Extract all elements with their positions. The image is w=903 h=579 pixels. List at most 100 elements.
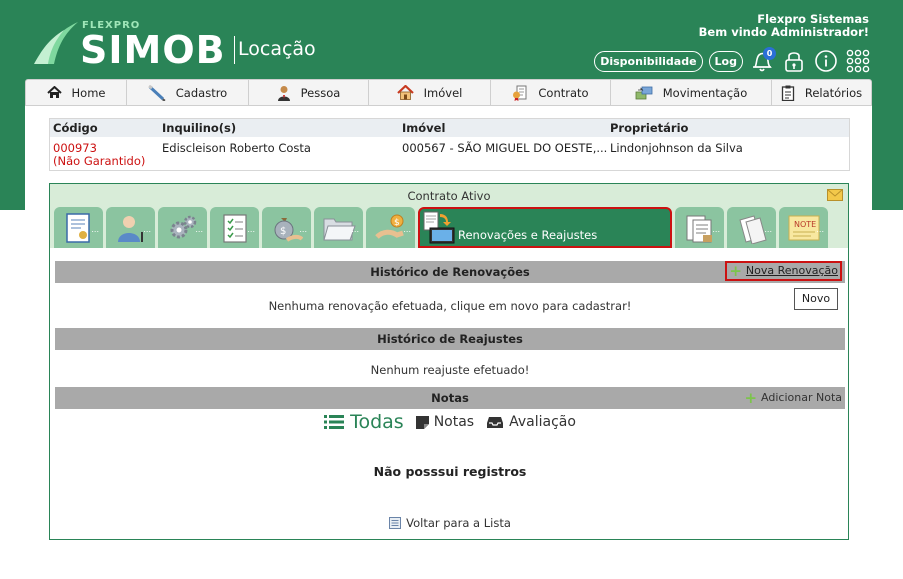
- nav-imovel[interactable]: Imóvel: [369, 80, 491, 105]
- nav-cadastro-label: Cadastro: [175, 85, 228, 100]
- tab-note-dots: ...: [816, 225, 824, 234]
- log-button[interactable]: Log: [708, 50, 743, 72]
- summary-header-row: Código Inquilino(s) Imóvel Proprietário: [50, 119, 849, 137]
- tab-folder[interactable]: ...: [314, 207, 363, 248]
- notas-title: Notas: [431, 391, 469, 405]
- renewal-computer-icon: [423, 211, 455, 243]
- tab-finance-dots: ...: [299, 225, 307, 234]
- filter-todas[interactable]: Todas: [324, 411, 404, 433]
- renovacoes-empty-message: Nenhuma renovação efetuada, clique em no…: [268, 299, 632, 313]
- tab-folder-dots: ...: [351, 225, 359, 234]
- tab-person-dots: ...: [143, 225, 151, 234]
- main-nav: Home Cadastro Pessoa Imóvel Contrato Mov…: [25, 79, 872, 106]
- filter-todas-label: Todas: [350, 411, 404, 433]
- tab-settings[interactable]: ...: [158, 207, 207, 248]
- disponibilidade-button[interactable]: Disponibilidade: [594, 50, 703, 72]
- nav-imovel-label: Imóvel: [423, 85, 463, 100]
- tab-checklist[interactable]: ...: [210, 207, 259, 248]
- nav-relatorios-label: Relatórios: [804, 85, 863, 100]
- tenant-name: Ediscleison Roberto Costa: [162, 141, 311, 155]
- contract-tabs: ... ... ... ... $ ... ... $ ... Renovaçõ…: [54, 207, 828, 248]
- house-icon: [396, 85, 414, 100]
- user-info: Flexpro Sistemas Bem vindo Administrador…: [699, 13, 869, 39]
- reajustes-header: Histórico de Reajustes: [55, 328, 845, 350]
- notas-empty-message: Não posssui registros: [373, 464, 527, 479]
- apps-button[interactable]: [845, 47, 871, 75]
- tab-checklist-dots: ...: [247, 225, 255, 234]
- tab-finance[interactable]: $ ...: [262, 207, 311, 248]
- nav-pessoa[interactable]: Pessoa: [249, 80, 369, 105]
- list-icon: [324, 415, 345, 429]
- svg-text:$: $: [280, 226, 286, 237]
- property-name: 000567 - SÃO MIGUEL DO OESTE,...: [402, 141, 608, 155]
- header-codigo: Código: [53, 121, 98, 135]
- nova-renovacao-button[interactable]: + Nova Renovação: [725, 261, 842, 281]
- info-button[interactable]: [813, 47, 839, 75]
- nav-home[interactable]: Home: [26, 80, 127, 105]
- tab-payments[interactable]: $ ...: [366, 207, 415, 248]
- tab-payments-dots: ...: [403, 225, 411, 234]
- header-proprietario: Proprietário: [610, 121, 689, 135]
- contract-code-cell[interactable]: 000973 (Não Garantido): [50, 142, 162, 168]
- nova-renovacao-label: Nova Renovação: [745, 264, 838, 277]
- files-icon: [738, 214, 767, 244]
- contract-panel-title: Contrato Ativo: [407, 189, 491, 203]
- nav-pessoa-label: Pessoa: [300, 85, 341, 100]
- note-icon: [415, 415, 429, 429]
- pencil-icon: [147, 84, 166, 101]
- gears-icon: [170, 215, 196, 238]
- nav-home-label: Home: [71, 85, 106, 100]
- module-label: Locação: [238, 38, 316, 60]
- transfer-icon: [635, 86, 653, 99]
- tab-renovacoes-reajustes[interactable]: Renovações e Reajustes: [418, 207, 672, 248]
- coins-hand-icon: $: [374, 214, 404, 239]
- tab-documents[interactable]: ...: [675, 207, 724, 248]
- nav-contrato[interactable]: Contrato: [491, 80, 611, 105]
- novo-tooltip: Novo: [794, 288, 838, 310]
- svg-text:$: $: [394, 218, 400, 228]
- filter-notas[interactable]: Notas: [415, 414, 474, 430]
- voltar-label: Voltar para a Lista: [406, 516, 511, 530]
- renovacoes-title: Histórico de Renovações: [370, 265, 530, 279]
- tab-renovacoes-label: Renovações e Reajustes: [458, 227, 598, 242]
- checklist-icon: [222, 213, 247, 243]
- filter-avaliacao[interactable]: Avaliação: [486, 414, 576, 430]
- inbox-icon: [487, 416, 504, 428]
- contract-panel-header: Contrato Ativo ... ... ... ... $ ... ...…: [50, 184, 848, 248]
- header-imovel: Imóvel: [402, 121, 446, 135]
- tab-files[interactable]: ...: [727, 207, 776, 248]
- tab-documents-dots: ...: [712, 225, 720, 234]
- home-icon: [46, 86, 62, 98]
- reajustes-title: Histórico de Reajustes: [377, 332, 523, 346]
- brand-label: SIMOB: [80, 28, 226, 72]
- envelope-icon[interactable]: [827, 189, 843, 201]
- notification-badge: 0: [763, 47, 776, 60]
- lock-button[interactable]: [781, 47, 807, 75]
- tab-person[interactable]: ...: [106, 207, 155, 248]
- clipboard-icon: [781, 85, 794, 101]
- contract-panel: Contrato Ativo ... ... ... ... $ ... ...…: [49, 183, 849, 540]
- contract-summary-table: Código Inquilino(s) Imóvel Proprietário …: [49, 118, 850, 171]
- adicionar-nota-button[interactable]: + Adicionar Nota: [744, 387, 842, 409]
- header-actions: Disponibilidade Log 0: [594, 46, 871, 76]
- owner-name: Lindonjohnson da Silva: [610, 141, 743, 155]
- voltar-link[interactable]: Voltar para a Lista: [50, 516, 850, 530]
- nav-cadastro[interactable]: Cadastro: [127, 80, 249, 105]
- summary-data-row: 000973 (Não Garantido) Ediscleison Rober…: [50, 137, 849, 168]
- apps-grid-icon: [846, 49, 870, 73]
- renovacoes-header: Histórico de Renovações + Nova Renovação: [55, 261, 845, 283]
- tab-certificate[interactable]: ...: [54, 207, 103, 248]
- notifications-button[interactable]: 0: [749, 47, 776, 75]
- flexpro-logo-icon: [34, 22, 78, 64]
- svg-text:NOTE: NOTE: [794, 220, 816, 229]
- documents-stack-icon: [686, 215, 712, 242]
- app-logo[interactable]: FLEXPRO SIMOB Locação: [34, 18, 334, 74]
- header-inquilino: Inquilino(s): [162, 121, 237, 135]
- nav-movimentacao[interactable]: Movimentação: [611, 80, 772, 105]
- tab-note[interactable]: NOTE ...: [779, 207, 828, 248]
- plus-icon: +: [744, 389, 758, 407]
- notas-filters: Todas Notas Avaliação: [50, 411, 850, 433]
- nav-contrato-label: Contrato: [538, 85, 589, 100]
- nav-relatorios[interactable]: Relatórios: [772, 80, 871, 105]
- welcome-text: Bem vindo Administrador!: [698, 25, 869, 39]
